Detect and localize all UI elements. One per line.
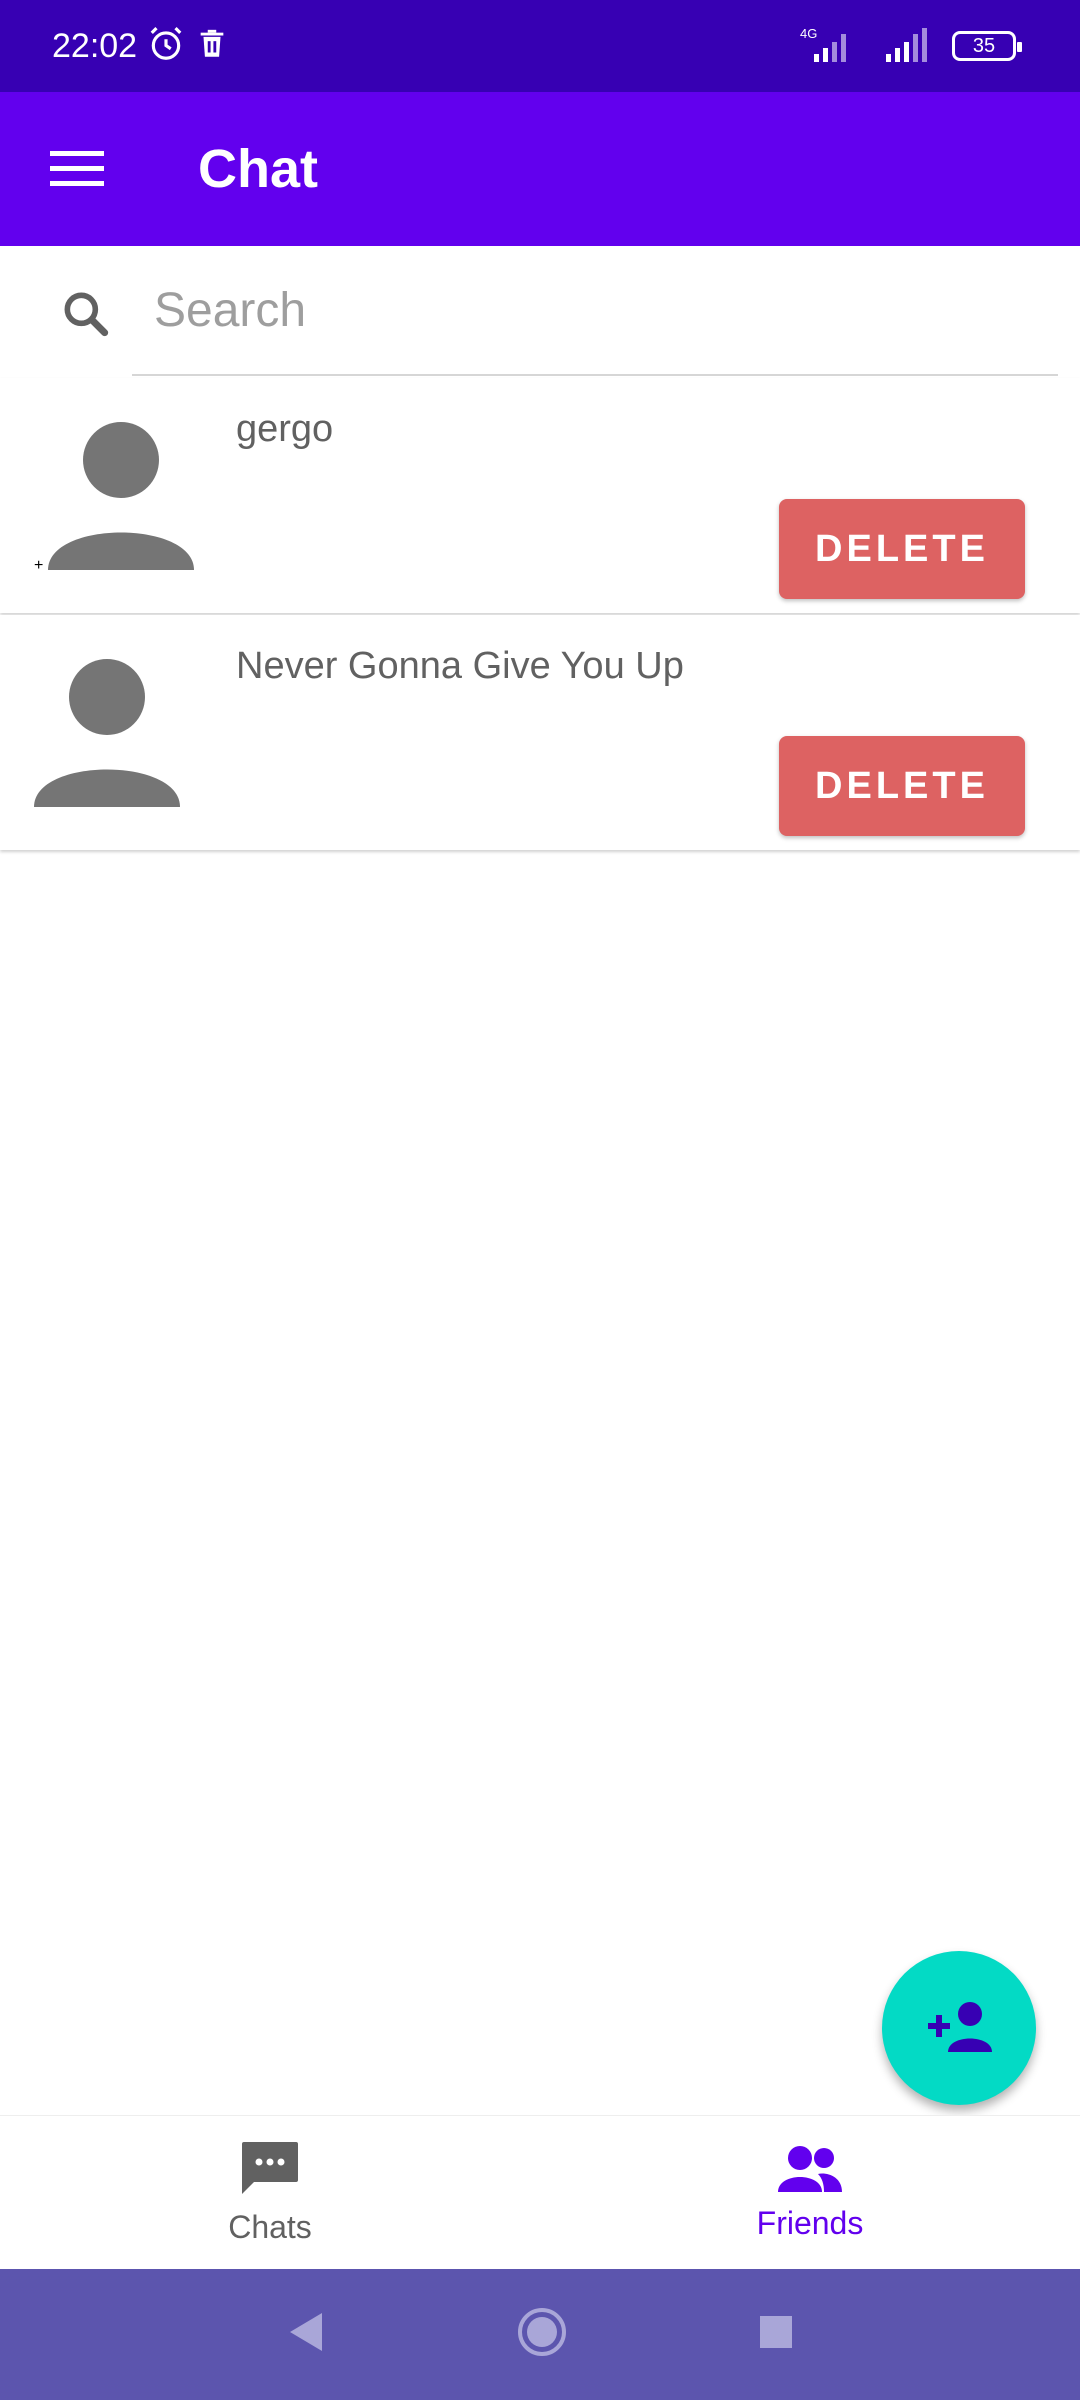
avatar-icon: + [34,420,194,575]
battery-level: 35 [972,34,996,57]
avatar-icon [34,657,180,812]
delete-button[interactable]: DELETE [779,499,1025,599]
add-friend-button[interactable] [882,1951,1036,2105]
search-icon [58,286,114,347]
status-left: 22:02 [52,25,229,68]
status-bar: 22:02 4G 35 [0,0,1080,92]
battery-icon: 35 [952,31,1022,61]
delete-button[interactable]: DELETE [779,736,1025,836]
tab-label: Friends [756,2205,864,2241]
home-icon[interactable] [516,2306,568,2363]
recents-icon[interactable] [758,2314,794,2355]
friend-name: gergo [236,408,334,450]
tab-chats[interactable]: Chats [0,2116,540,2270]
list-item[interactable]: + gergo DELETE [0,378,1080,613]
people-icon [778,2144,842,2199]
back-icon[interactable] [286,2311,326,2358]
status-time: 22:02 [52,26,138,65]
add-person-icon [926,1998,992,2059]
bottom-navigation: Chats Friends [0,2115,1080,2269]
signal-icon: 4G [792,24,864,69]
friend-list: + gergo DELETE Never Gonna Give You Up D… [0,378,1080,852]
search-bar [0,246,1080,376]
friend-name: Never Gonna Give You Up [236,645,684,687]
page-title: Chat [198,139,318,199]
chat-bubble-icon [240,2140,300,2203]
search-input[interactable] [132,246,1058,376]
network-type-label: 4G [800,26,817,41]
system-navigation [0,2269,1080,2400]
trash-notification-icon [195,27,229,66]
alarm-icon [147,25,185,68]
tab-label: Chats [228,2209,312,2245]
list-item[interactable]: Never Gonna Give You Up DELETE [0,615,1080,850]
tab-friends[interactable]: Friends [540,2116,1080,2270]
signal-icon [882,24,934,69]
status-right: 4G 35 [792,24,1022,69]
app-bar: Chat [0,92,1080,246]
hamburger-menu-icon[interactable] [0,92,154,246]
